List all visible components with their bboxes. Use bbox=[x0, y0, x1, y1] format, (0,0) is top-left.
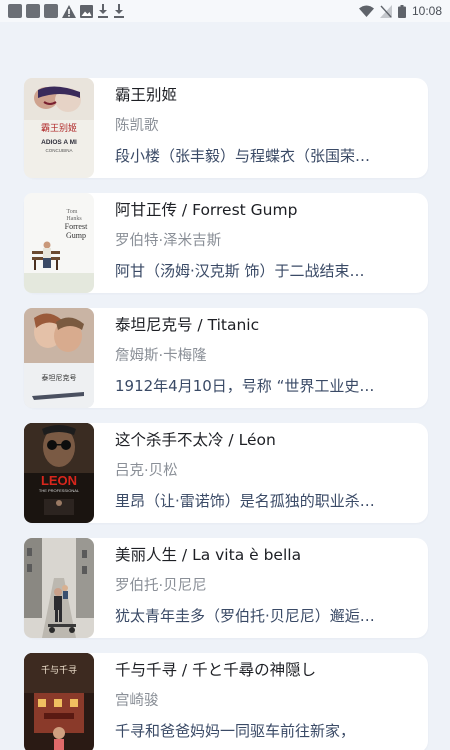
movie-title: 这个杀手不太冷 / Léon bbox=[115, 431, 276, 449]
movie-summary: 里昂（让·雷诺饰）是名孤独的职业杀… bbox=[115, 492, 375, 510]
poster-title-text: Tom bbox=[67, 209, 78, 215]
warning-icon bbox=[62, 4, 76, 18]
spirited-away-poster: 千与千寻 bbox=[24, 653, 94, 750]
movie-info: 霸王别姬 陈凯歌 段小楼（张丰毅）与程蝶衣（张国荣… bbox=[115, 78, 428, 167]
movie-info: 阿甘正传 / Forrest Gump 罗伯特·泽米吉斯 阿甘（汤姆·汉克斯 饰… bbox=[115, 193, 428, 282]
movie-summary: 阿甘（汤姆·汉克斯 饰）于二战结束… bbox=[115, 262, 365, 280]
movie-card[interactable]: 千与千寻 千与千寻 / 千と千尋の神隠し 宫崎骏 千寻和爸爸妈妈一同驱车前往新家… bbox=[24, 653, 428, 750]
movie-summary: 1912年4月10日，号称 “世界工业史… bbox=[115, 377, 375, 395]
movie-info: 美丽人生 / La vita è bella 罗伯托·贝尼尼 犹太青年圭多（罗伯… bbox=[115, 538, 428, 627]
status-right-icons: 10:08 bbox=[358, 4, 442, 18]
movie-card[interactable]: Tom Hanks Forrest Gump 阿甘正传 / Forrest Gu… bbox=[24, 193, 428, 293]
life-is-beautiful-poster bbox=[24, 538, 94, 638]
forrest-gump-poster: Tom Hanks Forrest Gump bbox=[24, 193, 94, 293]
movie-director: 罗伯托·贝尼尼 bbox=[115, 578, 207, 594]
leon-poster: LEON THE PROFESSIONAL bbox=[24, 423, 94, 523]
movie-director: 詹姆斯·卡梅隆 bbox=[115, 348, 207, 364]
download-icon bbox=[97, 4, 109, 18]
status-bar: 10:08 bbox=[0, 0, 450, 22]
movie-summary: 犹太青年圭多（罗伯托·贝尼尼）邂逅… bbox=[115, 607, 375, 625]
movie-card[interactable]: LEON THE PROFESSIONAL 这个杀手不太冷 / Léon 吕克·… bbox=[24, 423, 428, 523]
notification-icon bbox=[26, 4, 40, 18]
app-screen: 10:08 霸王别姬 ADIOS A MI CONCUBINA 霸王别姬 陈凯歌… bbox=[0, 0, 450, 750]
image-icon bbox=[80, 4, 93, 18]
poster-title-text: LEON bbox=[41, 473, 77, 488]
notification-icon bbox=[8, 4, 22, 18]
movie-title: 美丽人生 / La vita è bella bbox=[115, 546, 302, 564]
movie-director: 罗伯特·泽米吉斯 bbox=[115, 233, 222, 249]
movie-director: 吕克·贝松 bbox=[115, 463, 178, 479]
movie-card[interactable]: 霸王别姬 ADIOS A MI CONCUBINA 霸王别姬 陈凯歌 段小楼（张… bbox=[24, 78, 428, 178]
movie-summary: 段小楼（张丰毅）与程蝶衣（张国荣… bbox=[115, 147, 371, 165]
no-signal-icon bbox=[379, 4, 392, 18]
movie-title: 霸王别姬 bbox=[115, 86, 178, 104]
notification-icon bbox=[44, 4, 58, 18]
poster-title-text: Gump bbox=[66, 231, 86, 240]
movie-info: 泰坦尼克号 / Titanic 詹姆斯·卡梅隆 1912年4月10日，号称 “世… bbox=[115, 308, 428, 397]
movie-director: 宫崎骏 bbox=[115, 693, 159, 709]
poster-title-text: 霸王别姬 bbox=[41, 122, 77, 133]
poster-title-text: THE PROFESSIONAL bbox=[39, 488, 80, 493]
movie-title: 阿甘正传 / Forrest Gump bbox=[115, 201, 298, 219]
movie-title: 泰坦尼克号 / Titanic bbox=[115, 316, 260, 334]
download-icon bbox=[113, 4, 125, 18]
wifi-icon bbox=[358, 5, 374, 17]
poster-title-text: 泰坦尼克号 bbox=[42, 373, 77, 382]
movie-director: 陈凯歌 bbox=[115, 118, 159, 134]
battery-icon bbox=[397, 4, 406, 18]
farewell-my-concubine-poster: 霸王别姬 ADIOS A MI CONCUBINA bbox=[24, 78, 94, 178]
status-left-icons bbox=[8, 4, 125, 18]
movie-list[interactable]: 霸王别姬 ADIOS A MI CONCUBINA 霸王别姬 陈凯歌 段小楼（张… bbox=[24, 78, 428, 750]
poster-title-text: Forrest bbox=[65, 222, 88, 231]
poster-title-text: 千与千寻 bbox=[41, 665, 77, 675]
movie-info: 千与千寻 / 千と千尋の神隠し 宫崎骏 千寻和爸爸妈妈一同驱车前往新家， bbox=[115, 653, 428, 742]
movie-title: 千与千寻 / 千と千尋の神隠し bbox=[115, 661, 317, 679]
poster-title-text: ADIOS A MI bbox=[41, 139, 77, 146]
poster-title-text: CONCUBINA bbox=[45, 148, 72, 153]
status-time: 10:08 bbox=[411, 4, 442, 18]
titanic-poster: 泰坦尼克号 bbox=[24, 308, 94, 408]
movie-card[interactable]: 泰坦尼克号 泰坦尼克号 / Titanic 詹姆斯·卡梅隆 1912年4月10日… bbox=[24, 308, 428, 408]
movie-summary: 千寻和爸爸妈妈一同驱车前往新家， bbox=[115, 722, 356, 740]
movie-info: 这个杀手不太冷 / Léon 吕克·贝松 里昂（让·雷诺饰）是名孤独的职业杀… bbox=[115, 423, 428, 512]
movie-card[interactable]: 美丽人生 / La vita è bella 罗伯托·贝尼尼 犹太青年圭多（罗伯… bbox=[24, 538, 428, 638]
